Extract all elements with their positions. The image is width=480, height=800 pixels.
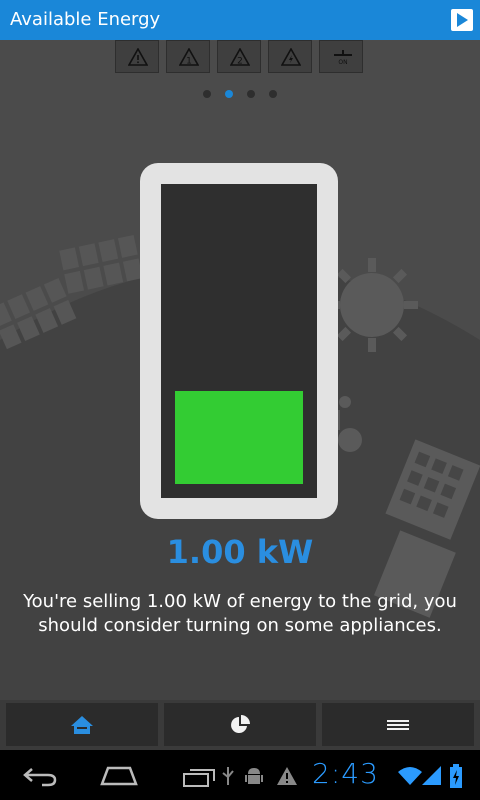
- system-nav-bar: [0, 750, 480, 800]
- alert-button-level-2[interactable]: 2: [217, 40, 261, 73]
- home-nav-icon[interactable]: [100, 766, 138, 786]
- home-icon: [71, 715, 93, 734]
- warning-2-icon: 2: [230, 48, 250, 66]
- alert-button-level-1[interactable]: 1: [166, 40, 210, 73]
- tab-statistics[interactable]: [164, 703, 316, 746]
- page-dot-active[interactable]: [225, 90, 233, 98]
- energy-gauge: [140, 163, 338, 519]
- page-dot[interactable]: [203, 90, 211, 98]
- recent-apps-icon[interactable]: [182, 767, 220, 787]
- play-icon: [457, 13, 468, 27]
- tab-menu[interactable]: [322, 703, 474, 746]
- usb-icon: [222, 767, 234, 785]
- battery-charging-icon: [450, 764, 462, 788]
- warning-icon: [128, 48, 148, 66]
- energy-gauge-fill: [175, 391, 303, 484]
- app-screen: Available Energy 1 2 ON 1.00 kW You're s…: [0, 0, 480, 800]
- page-dot[interactable]: [269, 90, 277, 98]
- app-title: Available Energy: [10, 9, 161, 30]
- energy-message: You're selling 1.00 kW of energy to the …: [23, 591, 457, 636]
- page-dot[interactable]: [247, 90, 255, 98]
- wifi-icon: [398, 767, 422, 785]
- on-switch-label: ON: [338, 59, 347, 66]
- pie-chart-icon: [231, 714, 250, 733]
- android-icon: [245, 768, 263, 784]
- alert-button-warning[interactable]: [115, 40, 159, 73]
- alert-button-bolt[interactable]: [268, 40, 312, 73]
- warning-bolt-icon: [281, 48, 301, 66]
- bottom-tab-bar: [0, 700, 480, 750]
- title-bar: Available Energy: [0, 0, 480, 40]
- alert-1-label: 1: [186, 57, 192, 67]
- signal-icon: [422, 766, 441, 785]
- alert-2-label: 2: [237, 57, 243, 67]
- on-switch-icon: ON: [334, 50, 352, 66]
- on-switch-button[interactable]: ON: [319, 40, 363, 73]
- energy-value: 1.00 kW: [166, 533, 314, 571]
- back-icon[interactable]: [22, 765, 58, 787]
- menu-icon: [387, 719, 409, 730]
- status-clock: 2:43: [312, 757, 379, 790]
- warning-status-icon: [277, 767, 297, 785]
- page-indicator: [203, 90, 283, 100]
- tab-home[interactable]: [6, 703, 158, 746]
- energy-gauge-track: [161, 184, 317, 498]
- warning-1-icon: 1: [179, 48, 199, 66]
- play-store-button[interactable]: [451, 9, 473, 31]
